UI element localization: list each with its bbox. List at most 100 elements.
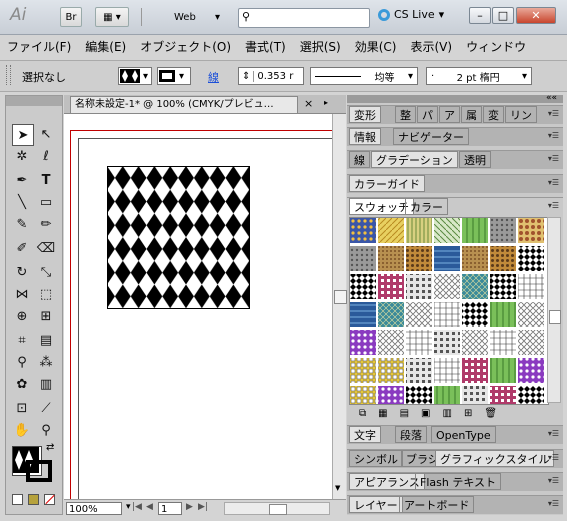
menu-select[interactable]: 選択(S) — [293, 38, 348, 55]
stepper-icon[interactable]: ⇕ — [239, 70, 255, 82]
tab-transparency[interactable]: 透明 — [459, 151, 491, 168]
menu-effect[interactable]: 効果(C) — [348, 38, 404, 55]
tab-info[interactable]: 情報 — [349, 128, 381, 145]
rotate-tool-icon[interactable]: ↻ — [12, 262, 32, 282]
swatches-grid[interactable] — [349, 217, 549, 405]
pattern-swatches[interactable] — [350, 218, 548, 404]
slice-tool-icon[interactable]: ⟋ — [36, 398, 56, 418]
brush-dropdown[interactable]: · 2 pt 楕円 ▾ — [426, 67, 532, 85]
menu-edit[interactable]: 編集(E) — [78, 38, 133, 55]
shape-builder-tool-icon[interactable]: ⊕ — [12, 306, 32, 326]
blob-brush-tool-icon[interactable]: ✐ — [12, 238, 32, 258]
menu-view[interactable]: 表示(V) — [403, 38, 459, 55]
rectangle-tool-icon[interactable]: ▭ — [36, 192, 56, 212]
panel-menu-icon[interactable]: ▾☰ — [548, 109, 559, 118]
tab-layers[interactable]: レイヤー — [349, 496, 403, 513]
direct-selection-tool-icon[interactable]: ↖ — [36, 124, 56, 144]
panel-menu-icon[interactable]: ▾☰ — [548, 154, 559, 163]
swatch-libraries-icon[interactable]: ⧉ — [359, 408, 366, 419]
cs-live-menu[interactable]: CS Live ▾ — [378, 8, 444, 21]
tab-variables[interactable]: 変 — [483, 106, 504, 123]
horizontal-scrollbar[interactable] — [224, 502, 330, 515]
stroke-color-box[interactable] — [26, 460, 52, 482]
artboard-tool-icon[interactable]: ⊡ — [12, 398, 32, 418]
panel-menu-icon[interactable]: ▾☰ — [548, 429, 559, 438]
menu-type[interactable]: 書式(T) — [238, 38, 293, 55]
tab-pathfinder[interactable]: パ — [417, 106, 438, 123]
first-artboard-icon[interactable]: |◀ — [132, 502, 142, 512]
zoom-dropdown-icon[interactable]: ▾ — [126, 502, 131, 512]
tools-panel-header[interactable] — [6, 96, 62, 106]
close-icon[interactable]: × — [304, 97, 313, 110]
tab-color-guide[interactable]: カラーガイド — [349, 175, 425, 192]
tab-navigator[interactable]: ナビゲーター — [393, 128, 469, 145]
panel-menu-icon[interactable]: ▾☰ — [548, 499, 559, 508]
new-color-group-icon[interactable]: ▥ — [443, 408, 452, 419]
workspace-switcher[interactable]: Web ▾ — [170, 7, 224, 27]
perspective-grid-tool-icon[interactable]: ⊞ — [36, 306, 56, 326]
type-tool-icon[interactable]: T — [36, 170, 56, 190]
tab-stroke[interactable]: 線 — [349, 151, 370, 168]
swatches-scrollbar[interactable] — [547, 217, 561, 403]
tab-opentype[interactable]: OpenType — [431, 426, 496, 443]
tab-paragraph[interactable]: 段落 — [395, 426, 427, 443]
eraser-tool-icon[interactable]: ⌫ — [36, 238, 56, 258]
free-transform-tool-icon[interactable]: ⬚ — [36, 284, 56, 304]
tab-transform[interactable]: 変形 — [349, 106, 381, 123]
tab-symbols[interactable]: シンボル — [349, 450, 403, 467]
panel-menu-icon[interactable]: ▾☰ — [548, 178, 559, 187]
grip-handle[interactable] — [6, 65, 11, 85]
panel-menu-icon[interactable]: ▸ — [324, 98, 328, 107]
eyedropper-tool-icon[interactable]: ⚲ — [12, 352, 32, 372]
zoom-tool-icon[interactable]: ⚲ — [36, 420, 56, 440]
tab-appearance-short[interactable]: ア — [439, 106, 460, 123]
tab-flash-text[interactable]: Flash テキスト — [415, 473, 501, 490]
tab-color[interactable]: カラー — [405, 198, 448, 215]
symbol-sprayer-tool-icon[interactable]: ✿ — [12, 374, 32, 394]
previous-artboard-icon[interactable]: ◀ — [146, 502, 153, 512]
document-canvas[interactable] — [64, 114, 332, 499]
scroll-thumb[interactable] — [334, 290, 347, 304]
stroke-label-link[interactable]: 線 — [208, 69, 219, 85]
stroke-profile-dropdown[interactable]: 均等 ▾ — [310, 67, 418, 85]
search-input[interactable]: ⚲ — [238, 8, 370, 28]
gradient-mode-icon[interactable] — [28, 494, 39, 505]
tab-attributes[interactable]: 属 — [461, 106, 482, 123]
tab-appearance[interactable]: アピアランス — [349, 473, 425, 490]
scroll-down-icon[interactable]: ▼ — [335, 484, 340, 492]
artboard-number-field[interactable]: 1 — [158, 502, 182, 515]
zoom-field[interactable]: 100% — [66, 502, 122, 515]
harlequin-pattern-rectangle[interactable] — [107, 166, 250, 309]
next-artboard-icon[interactable]: ▶ — [186, 502, 193, 512]
selection-tool-icon[interactable]: ➤ — [12, 124, 34, 146]
document-tab[interactable]: 名称未設定-1* @ 100% (CMYK/プレビュ… — [70, 96, 298, 113]
stroke-swatch-dropdown[interactable]: ▾ — [157, 67, 191, 85]
tab-graphic-styles[interactable]: グラフィックスタイル — [435, 450, 555, 467]
color-group-icon[interactable]: ▣ — [421, 408, 430, 419]
fill-swatch-dropdown[interactable]: ▾ — [118, 67, 152, 85]
lasso-tool-icon[interactable]: ℓ — [36, 146, 56, 166]
magic-wand-tool-icon[interactable]: ✲ — [12, 146, 32, 166]
panel-menu-icon[interactable]: ▾☰ — [548, 453, 559, 462]
panel-menu-icon[interactable]: ▾☰ — [548, 201, 559, 210]
collapse-panels-icon[interactable]: «« — [546, 93, 557, 103]
column-graph-tool-icon[interactable]: ▥ — [36, 374, 56, 394]
scroll-thumb[interactable] — [269, 504, 287, 515]
swatch-options-icon[interactable]: ▤ — [400, 408, 409, 419]
hand-tool-icon[interactable]: ✋ — [12, 420, 32, 440]
panel-menu-icon[interactable]: ▾☰ — [548, 131, 559, 140]
tab-character[interactable]: 文字 — [349, 426, 381, 443]
bridge-button[interactable]: Br — [60, 7, 82, 27]
menu-object[interactable]: オブジェクト(O) — [133, 38, 238, 55]
new-swatch-icon[interactable]: ⊞ — [464, 408, 472, 419]
scroll-thumb[interactable] — [549, 310, 561, 324]
line-tool-icon[interactable]: ╲ — [12, 192, 32, 212]
panel-dock-header[interactable]: «« — [347, 93, 563, 103]
pen-tool-icon[interactable]: ✒ — [12, 170, 32, 190]
menu-window[interactable]: ウィンドウ — [459, 38, 533, 55]
panel-menu-icon[interactable]: ▾☰ — [548, 476, 559, 485]
scale-tool-icon[interactable]: ⤡ — [36, 262, 56, 282]
stroke-weight-field[interactable]: ⇕ 0.353 r — [238, 67, 304, 85]
blend-tool-icon[interactable]: ⁂ — [36, 352, 56, 372]
menu-file[interactable]: ファイル(F) — [0, 38, 78, 55]
